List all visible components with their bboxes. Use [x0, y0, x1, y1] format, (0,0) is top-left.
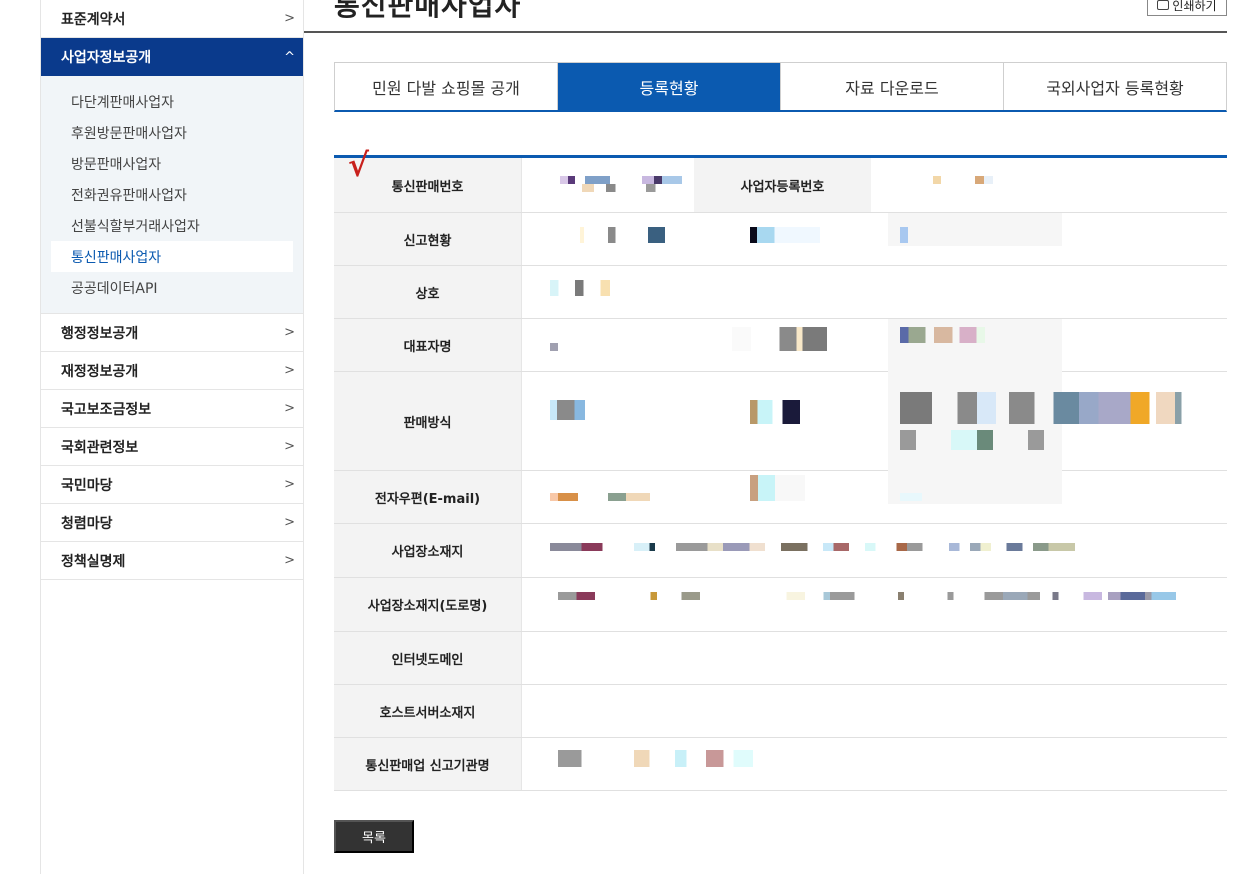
table-header-cell: 사업장소재지(도로명): [334, 578, 522, 631]
sidebar-item-label: 국민마당: [61, 477, 113, 494]
table-value-cell: [522, 158, 694, 212]
sidebar-item-label: 표준계약서: [61, 11, 126, 28]
table-value-group: 사업자등록번호: [522, 158, 1227, 212]
row-label: 통신판매업 신고기관명: [365, 758, 490, 774]
page-title: 통신판매사업자: [334, 0, 522, 22]
row-label: 사업자등록번호: [740, 179, 825, 195]
list-button[interactable]: 목록: [334, 820, 414, 853]
table-header-cell: 전자우편(E-mail): [334, 471, 522, 523]
sidebar-subitem-mail-order[interactable]: 통신판매사업자: [51, 241, 293, 272]
chevron-right-icon: >: [284, 363, 295, 378]
registration-detail-table: √ 통신판매번호 사업자등록번호 신고현황 상호 대표자명 판매방식 전자우편(…: [334, 146, 1227, 791]
printer-icon: [1157, 0, 1170, 10]
sidebar-item-label: 국회관련정보: [61, 439, 139, 456]
table-value-cell: [522, 738, 1227, 790]
sidebar-subitem-telemarketing[interactable]: 전화권유판매사업자: [51, 179, 293, 210]
table-row: 통신판매업 신고기관명: [334, 738, 1227, 791]
sidebar-item-label: 재정정보공개: [61, 363, 139, 380]
sidebar-item-label: 행정정보공개: [61, 325, 139, 342]
table-row: 사업장소재지(도로명): [334, 578, 1227, 632]
row-label: 통신판매번호: [391, 179, 464, 195]
table-row: 대표자명: [334, 319, 1227, 372]
table-value-cell: [522, 372, 1227, 471]
table-row: √ 통신판매번호 사업자등록번호: [334, 146, 1227, 213]
sidebar-item-label: 청렴마당: [61, 515, 113, 532]
sidebar-subitem-visit-sales[interactable]: 방문판매사업자: [51, 148, 293, 179]
sidebar-subitem-sponsored-visit[interactable]: 후원방문판매사업자: [51, 117, 293, 148]
table-row: 신고현황: [334, 213, 1227, 266]
table-value-cell: [522, 461, 1227, 523]
table-header-cell: √ 통신판매번호: [334, 146, 522, 212]
table-header-cell: 상호: [334, 266, 522, 318]
table-row: 사업장소재지: [334, 524, 1227, 578]
table-header-cell: 신고현황: [334, 213, 522, 265]
table-row: 전자우편(E-mail): [334, 461, 1227, 524]
check-mark-icon: √: [348, 146, 370, 184]
print-button-label: 인쇄하기: [1172, 0, 1217, 13]
table-header-cell: 사업자등록번호: [694, 158, 871, 212]
sidebar-item-label: 정책실명제: [61, 553, 126, 570]
tab-data-download[interactable]: 자료 다운로드: [781, 63, 1004, 110]
sidebar-item-finance-info[interactable]: 재정정보공개 >: [41, 352, 303, 390]
chevron-right-icon: >: [284, 11, 295, 26]
chevron-right-icon: >: [284, 439, 295, 454]
row-label: 사업장소재지(도로명): [367, 599, 488, 614]
sidebar-item-citizen[interactable]: 국민마당 >: [41, 466, 303, 504]
table-row: 인터넷도메인: [334, 632, 1227, 685]
chevron-right-icon: >: [284, 515, 295, 530]
row-label: 사업장소재지: [391, 545, 464, 560]
sidebar-item-subsidy-info[interactable]: 국고보조금정보 >: [41, 390, 303, 428]
print-button[interactable]: 인쇄하기: [1147, 0, 1227, 16]
row-label: 상호: [415, 286, 440, 302]
tab-bar: 민원 다발 쇼핑몰 공개 등록현황 자료 다운로드 국외사업자 등록현황: [334, 62, 1227, 112]
table-value-cell: [522, 213, 1227, 265]
row-label: 전자우편(E-mail): [374, 491, 481, 507]
table-header-cell: 통신판매업 신고기관명: [334, 738, 522, 790]
table-value-cell: [522, 632, 1227, 684]
sidebar-item-admin-info[interactable]: 행정정보공개 >: [41, 314, 303, 352]
sidebar-item-business-info[interactable]: 사업자정보공개 ^: [41, 38, 303, 76]
table-value-cell: [522, 319, 1227, 372]
table-value-cell: [871, 158, 1227, 212]
table-header-cell: 사업장소재지: [334, 524, 522, 577]
sidebar-item-assembly-info[interactable]: 국회관련정보 >: [41, 428, 303, 466]
table-header-cell: 판매방식: [334, 372, 522, 470]
table-row: 호스트서버소재지: [334, 685, 1227, 738]
sidebar-item-label: 사업자정보공개: [61, 50, 152, 66]
table-row: 판매방식: [334, 372, 1227, 471]
header-divider: [304, 31, 1227, 33]
chevron-right-icon: >: [284, 477, 295, 492]
sidebar-subitem-public-data-api[interactable]: 공공데이터API: [51, 272, 293, 303]
chevron-up-icon: ^: [284, 49, 295, 65]
sidebar-submenu: 다단계판매사업자 후원방문판매사업자 방문판매사업자 전화권유판매사업자 선불식…: [41, 76, 303, 314]
table-value-cell: [522, 266, 1227, 318]
table-header-cell: 호스트서버소재지: [334, 685, 522, 737]
row-label: 인터넷도메인: [391, 652, 464, 668]
table-header-cell: 인터넷도메인: [334, 632, 522, 684]
sidebar-subitem-multilevel[interactable]: 다단계판매사업자: [51, 86, 293, 117]
chevron-right-icon: >: [284, 401, 295, 416]
sidebar-subitem-prepaid-installment[interactable]: 선불식할부거래사업자: [51, 210, 293, 241]
tab-registration-status[interactable]: 등록현황: [558, 63, 781, 110]
row-label: 호스트서버소재지: [379, 705, 476, 721]
table-value-cell: [522, 685, 1227, 737]
tab-complaint-malls[interactable]: 민원 다발 쇼핑몰 공개: [335, 63, 558, 110]
sidebar: 표준계약서 > 사업자정보공개 ^ 다단계판매사업자 후원방문판매사업자 방문판…: [40, 0, 304, 874]
chevron-right-icon: >: [284, 553, 295, 568]
tab-foreign-registration[interactable]: 국외사업자 등록현황: [1004, 63, 1226, 110]
table-header-cell: 대표자명: [334, 319, 522, 371]
sidebar-item-label: 국고보조금정보: [61, 401, 152, 418]
row-label: 판매방식: [403, 415, 452, 431]
row-label: 대표자명: [403, 339, 452, 355]
sidebar-item-policy-name[interactable]: 정책실명제 >: [41, 542, 303, 580]
table-row: 상호: [334, 266, 1227, 319]
row-label: 신고현황: [403, 233, 452, 249]
sidebar-item-standard-contract[interactable]: 표준계약서 >: [41, 0, 303, 38]
chevron-right-icon: >: [284, 325, 295, 340]
table-value-cell: [522, 524, 1227, 577]
sidebar-item-integrity[interactable]: 청렴마당 >: [41, 504, 303, 542]
table-value-cell: [522, 578, 1227, 631]
